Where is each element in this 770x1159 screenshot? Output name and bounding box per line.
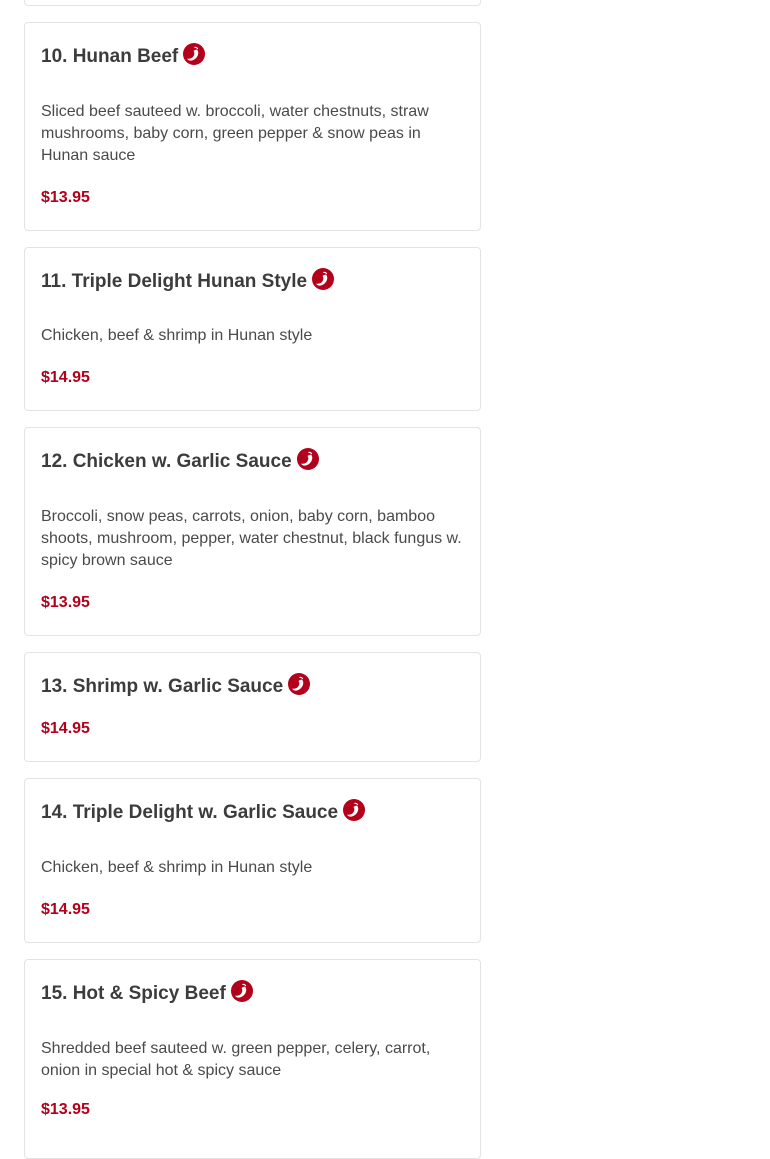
menu-item-card[interactable]: 12. Chicken w. Garlic Sauce Broccoli, sn… — [24, 427, 481, 636]
menu-item-title: 10. Hunan Beef — [41, 46, 179, 67]
menu-item-price: $14.95 — [41, 369, 90, 386]
menu-item-price: $13.95 — [41, 594, 90, 611]
menu-item-description: Chicken, beef & shrimp in Hunan style — [41, 327, 313, 344]
menu-item-title: 12. Chicken w. Garlic Sauce — [41, 451, 292, 472]
menu-item-title-row: 14. Triple Delight w. Garlic Sauce — [41, 798, 366, 825]
menu-item-description: Chicken, beef & shrimp in Hunan style — [41, 859, 313, 876]
menu-item-title: 13. Shrimp w. Garlic Sauce — [41, 676, 284, 697]
spicy-pepper-icon — [182, 42, 206, 66]
menu-item-card[interactable]: 15. Hot & Spicy Beef Shredded beef saute… — [24, 959, 481, 1159]
menu-item-title-row: 13. Shrimp w. Garlic Sauce — [41, 672, 311, 699]
menu-item-title-row: 12. Chicken w. Garlic Sauce — [41, 447, 320, 474]
menu-item-description: Sliced beef sauteed w. broccoli, water c… — [41, 103, 429, 164]
menu-item-description: Shredded beef sauteed w. green pepper, c… — [41, 1040, 431, 1079]
menu-item-title-row: 15. Hot & Spicy Beef — [41, 979, 254, 1006]
menu-item-title-row: 10. Hunan Beef — [41, 42, 206, 69]
menu-item-price: $14.95 — [41, 720, 90, 737]
menu-item-title-row: 11. Triple Delight Hunan Style — [41, 267, 335, 294]
spicy-pepper-icon — [342, 798, 366, 822]
spicy-pepper-icon — [296, 447, 320, 471]
spicy-pepper-icon — [230, 979, 254, 1003]
menu-item-card[interactable]: 11. Triple Delight Hunan Style Chicken, … — [24, 247, 481, 411]
menu-item-card[interactable]: 13. Shrimp w. Garlic Sauce $14.95 — [24, 652, 481, 762]
menu-item-title: 14. Triple Delight w. Garlic Sauce — [41, 802, 339, 823]
menu-item-card[interactable]: 10. Hunan Beef Sliced beef sauteed w. br… — [24, 22, 481, 231]
menu-item-title: 15. Hot & Spicy Beef — [41, 983, 226, 1004]
menu-item-card-previous[interactable] — [24, 0, 481, 6]
menu-item-price: $13.95 — [41, 189, 90, 206]
spicy-pepper-icon — [287, 672, 311, 696]
menu-item-title: 11. Triple Delight Hunan Style — [41, 271, 308, 292]
spicy-pepper-icon — [311, 267, 335, 291]
menu-item-card[interactable]: 14. Triple Delight w. Garlic Sauce Chick… — [24, 778, 481, 943]
menu-item-price: $14.95 — [41, 901, 90, 918]
menu-item-price: $13.95 — [41, 1101, 90, 1118]
menu-item-description: Broccoli, snow peas, carrots, onion, bab… — [41, 508, 462, 569]
